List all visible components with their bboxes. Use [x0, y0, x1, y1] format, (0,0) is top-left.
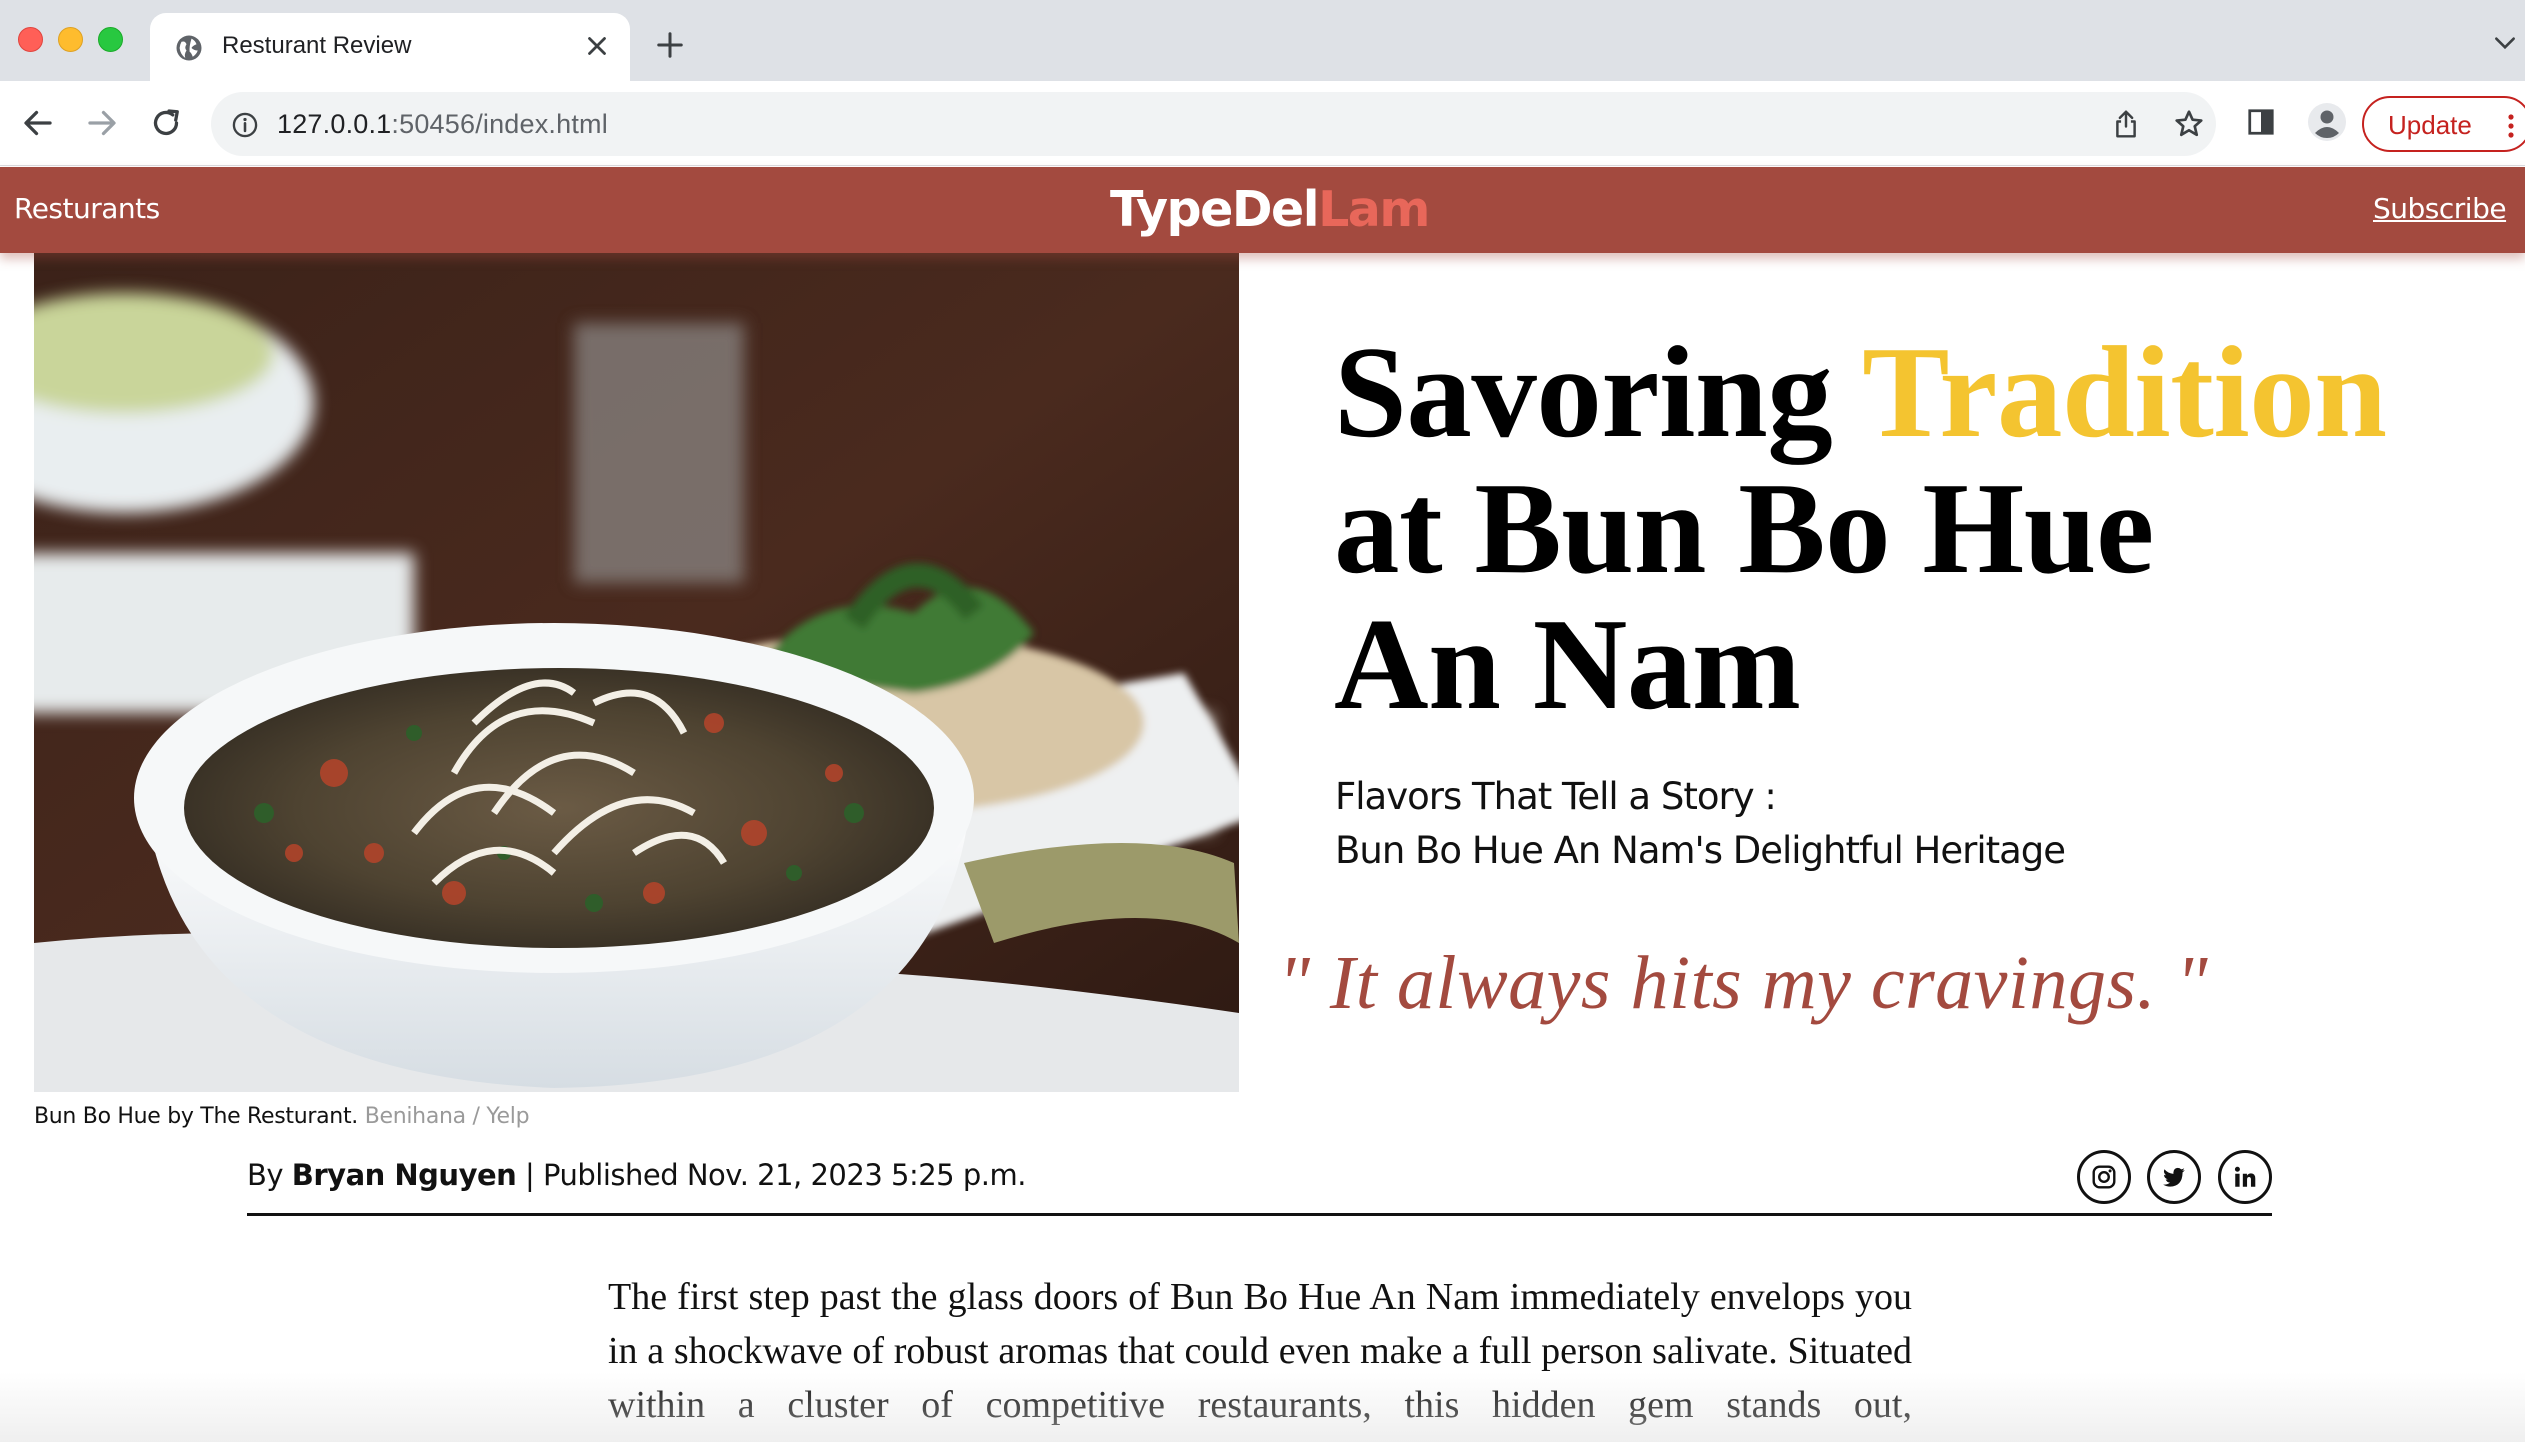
- pull-quote: " It always hits my cravings. ": [1278, 941, 2209, 1025]
- info-icon[interactable]: [231, 111, 259, 139]
- plus-icon[interactable]: [655, 30, 685, 60]
- browser-toolbar: 127.0.0.1:50456/index.html Update: [0, 81, 2525, 166]
- site-logo[interactable]: TypeDelLam: [1110, 181, 1430, 238]
- side-panel-icon[interactable]: [2246, 106, 2276, 138]
- linkedin-icon: [2234, 1166, 2256, 1187]
- minimize-window-button[interactable]: [58, 27, 83, 52]
- url-text: 127.0.0.1:50456/index.html: [277, 109, 608, 139]
- globe-icon: [176, 35, 202, 61]
- linkedin-button[interactable]: [2218, 1150, 2272, 1204]
- tab-title: Resturant Review: [222, 32, 412, 59]
- article-paragraph: The first step past the glass doors of B…: [608, 1276, 1912, 1426]
- browser-tab-strip: Resturant Review: [0, 0, 2525, 81]
- twitter-button[interactable]: [2147, 1150, 2201, 1204]
- instagram-icon: [2092, 1165, 2116, 1189]
- share-icon[interactable]: [2111, 108, 2141, 140]
- article-body: The first step past the glass doors of B…: [608, 1270, 1912, 1432]
- twitter-icon: [2163, 1167, 2185, 1187]
- byline: By Bryan Nguyen | Published Nov. 21, 202…: [247, 1158, 1026, 1192]
- back-arrow-icon[interactable]: [20, 105, 56, 141]
- star-icon[interactable]: [2173, 108, 2205, 140]
- byline-divider: [247, 1213, 2272, 1216]
- article-subheading: Flavors That Tell a Story : Bun Bo Hue A…: [1335, 775, 2066, 872]
- nav-restaurants-link[interactable]: Resturants: [14, 192, 160, 225]
- article-headline: Savoring Tradition at Bun Bo Hue An Nam: [1334, 320, 2387, 737]
- hero-food-photo: [34, 253, 1239, 1092]
- maximize-window-button[interactable]: [98, 27, 123, 52]
- profile-icon[interactable]: [2307, 102, 2347, 142]
- forward-arrow-icon[interactable]: [84, 105, 120, 141]
- chevron-down-icon[interactable]: [2492, 32, 2518, 54]
- reload-icon[interactable]: [148, 105, 184, 141]
- address-bar[interactable]: 127.0.0.1:50456/index.html: [211, 92, 2216, 156]
- browser-tab[interactable]: Resturant Review: [150, 13, 630, 81]
- author-name[interactable]: Bryan Nguyen: [292, 1158, 517, 1192]
- photo-caption: Bun Bo Hue by The Resturant. Benihana / …: [34, 1104, 530, 1129]
- kebab-menu-icon[interactable]: [2507, 113, 2515, 139]
- update-button[interactable]: Update: [2362, 96, 2525, 152]
- instagram-button[interactable]: [2077, 1150, 2131, 1204]
- subscribe-link[interactable]: Subscribe: [2373, 192, 2507, 225]
- site-header: Resturants TypeDelLam Subscribe: [0, 167, 2525, 253]
- close-window-button[interactable]: [18, 27, 43, 52]
- publish-date: Nov. 21, 2023 5:25 p.m.: [686, 1158, 1027, 1192]
- close-icon[interactable]: [582, 31, 612, 61]
